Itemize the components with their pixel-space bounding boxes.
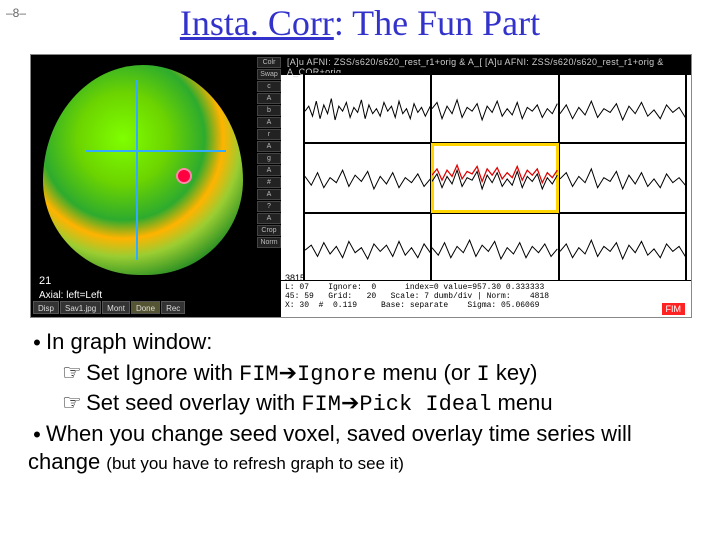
title-part-b: : The Fun Part: [334, 3, 540, 43]
pointer-icon: ☞: [62, 359, 80, 388]
q-button[interactable]: ?: [257, 201, 281, 212]
side-button-column: Colr Swap c A b A r A g A # A ? A Crop N…: [257, 57, 281, 248]
slice-number: 21: [39, 275, 51, 287]
title-part-a: Insta. Corr: [180, 3, 334, 43]
ts-cell-2: [431, 74, 558, 143]
menu-path-1: FIM➔Ignore: [239, 362, 376, 387]
crop-button[interactable]: Crop: [257, 225, 281, 236]
brain-slice-image: [43, 65, 243, 275]
bullet-dot-icon: •: [28, 332, 46, 354]
a1-button[interactable]: A: [257, 93, 281, 104]
sub-bullet-1: ☞ Set Ignore with FIM➔Ignore menu (or I …: [62, 359, 696, 390]
a6-button[interactable]: A: [257, 213, 281, 224]
colr-button[interactable]: Colr: [257, 57, 281, 68]
bullet-1: •In graph window:: [28, 328, 696, 357]
r-button[interactable]: r: [257, 129, 281, 140]
bullet-2: •When you change seed voxel, saved overl…: [28, 420, 696, 477]
ts-cell-1: [304, 74, 431, 143]
crosshair-horizontal: [86, 150, 226, 152]
sub-bullet-2: ☞ Set seed overlay with FIM➔Pick Ideal m…: [62, 389, 696, 420]
b-button[interactable]: b: [257, 105, 281, 116]
bullet-dot-icon: •: [28, 424, 46, 446]
swap-button[interactable]: Swap: [257, 69, 281, 80]
mont-button[interactable]: Mont: [102, 301, 130, 314]
disp-button[interactable]: Disp: [33, 301, 59, 314]
fim-button[interactable]: FIM: [662, 303, 686, 315]
pointer-icon: ☞: [62, 389, 80, 418]
bottom-button-row: Disp Sav1.jpg Mont Done Rec: [31, 301, 281, 314]
ts-cell-9: [559, 213, 686, 282]
done-button[interactable]: Done: [131, 301, 160, 314]
g-button[interactable]: g: [257, 153, 281, 164]
screenshot-figure: 21 Axial: left=Left Colr Swap c A b A r …: [30, 54, 692, 318]
norm-button[interactable]: Norm: [257, 237, 281, 248]
timeseries-grid: [303, 73, 687, 283]
a3-button[interactable]: A: [257, 141, 281, 152]
slide-title: Insta. Corr: The Fun Part: [0, 2, 720, 44]
graph-window-pane: [A]u AFNI: ZSS/s620/s620_rest_r1+orig & …: [281, 55, 691, 317]
ts-cell-3: [559, 74, 686, 143]
brain-viewer-pane: 21 Axial: left=Left Colr Swap c A b A r …: [31, 55, 281, 315]
a4-button[interactable]: A: [257, 165, 281, 176]
save-button[interactable]: Sav1.jpg: [60, 301, 101, 314]
ts-cell-7: [304, 213, 431, 282]
graph-info-panel: L: 07 Ignore: 0 index=0 value=957.30 0.3…: [281, 280, 691, 317]
hash-button[interactable]: #: [257, 177, 281, 188]
c-button[interactable]: c: [257, 81, 281, 92]
a5-button[interactable]: A: [257, 189, 281, 200]
crosshair-vertical: [136, 80, 138, 260]
window-titlebar: [A]u AFNI: ZSS/s620/s620_rest_r1+orig & …: [281, 55, 691, 75]
page-number: –8–: [6, 6, 26, 20]
text-content: •In graph window: ☞ Set Ignore with FIM➔…: [28, 328, 696, 479]
ts-cell-6: [559, 143, 686, 212]
ts-cell-4: [304, 143, 431, 212]
ts-cell-center-highlighted: [431, 143, 558, 212]
slice-orientation-label: Axial: left=Left: [39, 290, 102, 301]
menu-path-2: FIM➔Pick Ideal: [301, 392, 491, 417]
ts-cell-8: [431, 213, 558, 282]
seed-voxel-marker: [176, 168, 192, 184]
rec-button[interactable]: Rec: [161, 301, 185, 314]
a2-button[interactable]: A: [257, 117, 281, 128]
